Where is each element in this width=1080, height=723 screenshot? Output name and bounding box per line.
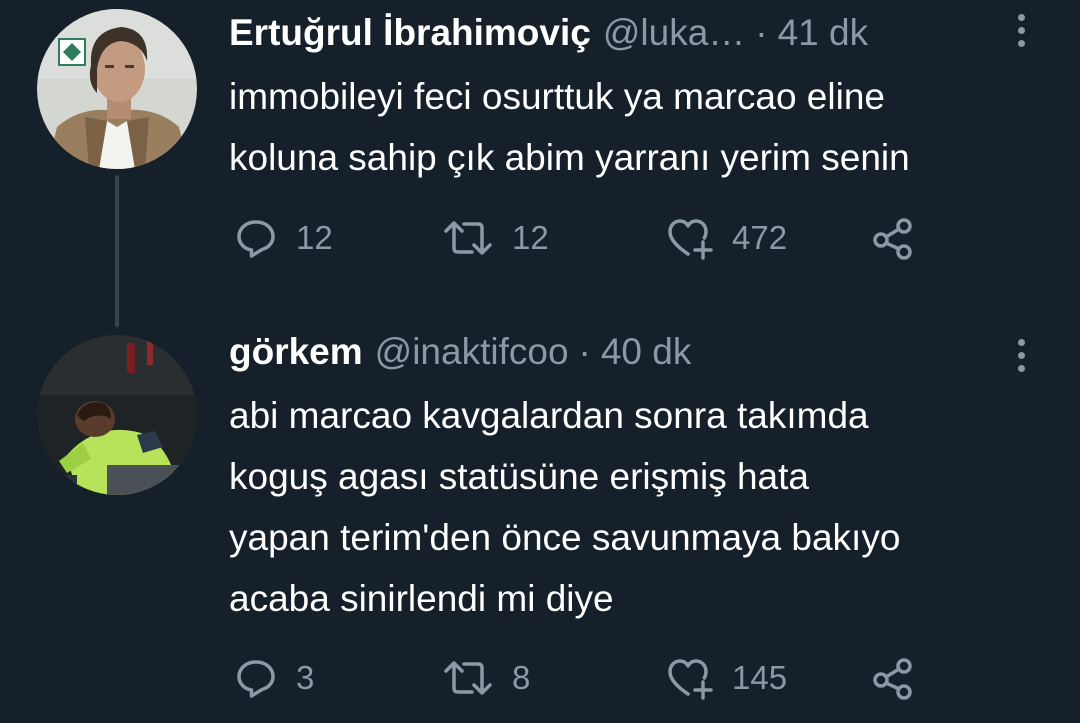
retweet-button[interactable]: 8 [442, 648, 530, 708]
tweet-actions: 3 8 145 [229, 648, 929, 708]
tweet-text-line: acaba sinirlendi mi diye [229, 578, 614, 619]
display-name[interactable]: görkem [229, 331, 363, 373]
tweet-thread: Ertuğrul İbrahimoviç @luka… · 41 dk immo… [0, 0, 1080, 723]
like-icon [668, 219, 713, 260]
avatar-photo [37, 335, 197, 495]
like-button[interactable]: 472 [666, 208, 787, 268]
tweet-text: abi marcao kavgalardan sonra takımda kog… [229, 385, 1059, 629]
retweet-button[interactable]: 12 [442, 208, 549, 268]
tweet-text-line: yapan terim'den önce savunmaya bakıyo [229, 517, 901, 558]
share-icon [873, 218, 912, 260]
tweet-text-line: abi marcao kavgalardan sonra takımda [229, 395, 869, 436]
tweet-text: immobileyi feci osurttuk ya marcao eline… [229, 66, 1059, 188]
tweet-text-line: koguş agası statüsüne erişmiş hata [229, 456, 809, 497]
like-button[interactable]: 145 [666, 648, 787, 708]
share-button[interactable] [869, 208, 917, 268]
reply-icon [237, 660, 275, 698]
avatar[interactable] [37, 9, 197, 169]
retweet-icon [444, 221, 492, 255]
tweet-header: Ertuğrul İbrahimoviç @luka… · 41 dk [229, 8, 868, 58]
like-count: 472 [732, 219, 788, 256]
reply-count: 12 [296, 219, 333, 256]
timestamp[interactable]: 40 dk [601, 331, 692, 373]
retweet-count: 8 [512, 659, 531, 696]
tweet[interactable]: Ertuğrul İbrahimoviç @luka… · 41 dk immo… [0, 0, 1080, 330]
user-handle[interactable]: @inaktifcoo [375, 331, 569, 373]
like-count: 145 [732, 659, 788, 696]
like-icon [668, 659, 713, 700]
reply-button[interactable]: 12 [234, 208, 333, 268]
share-icon [873, 658, 912, 700]
separator-dot: · [578, 331, 591, 372]
share-button[interactable] [869, 648, 917, 708]
reply-count: 3 [296, 659, 315, 696]
reply-button[interactable]: 3 [234, 648, 314, 708]
timestamp[interactable]: 41 dk [778, 12, 869, 54]
tweet-actions: 12 12 472 [229, 208, 929, 268]
retweet-icon [444, 661, 492, 695]
more-options-icon[interactable] [1006, 330, 1036, 380]
display-name[interactable]: Ertuğrul İbrahimoviç [229, 12, 591, 54]
more-options-icon[interactable] [1006, 5, 1036, 55]
tweet-header: görkem @inaktifcoo · 40 dk [229, 327, 691, 377]
tweet[interactable]: görkem @inaktifcoo · 40 dk abi marcao ka… [0, 330, 1080, 723]
reply-icon [237, 220, 275, 258]
thread-connector-line [115, 175, 119, 327]
user-handle[interactable]: @luka… [603, 12, 745, 54]
tweet-text-line: koluna sahip çık abim yarranı yerim seni… [229, 137, 910, 178]
avatar-photo [37, 9, 197, 169]
avatar[interactable] [37, 335, 197, 495]
separator-dot: · [755, 12, 768, 53]
retweet-count: 12 [512, 219, 549, 256]
tweet-text-line: immobileyi feci osurttuk ya marcao eline [229, 76, 885, 117]
